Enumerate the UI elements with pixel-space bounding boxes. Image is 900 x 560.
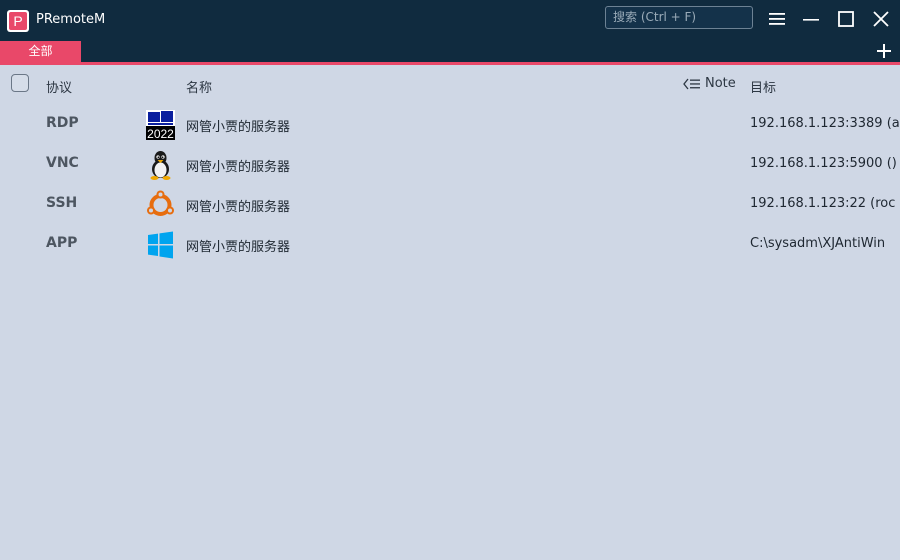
column-header-note[interactable]: Note <box>683 76 736 91</box>
app-title: PRemoteM <box>36 12 106 27</box>
server-row-rdp[interactable]: RDP 2022 网管小贾的服务器 192.168.1.123:3389 (a <box>0 105 900 145</box>
add-server-button[interactable] <box>874 42 894 60</box>
menu-button[interactable] <box>766 8 788 30</box>
close-button[interactable] <box>870 8 892 30</box>
minimize-button[interactable] <box>800 8 822 30</box>
row-protocol: RDP <box>46 115 79 131</box>
column-header-protocol[interactable]: 协议 <box>46 77 72 96</box>
svg-text:2022: 2022 <box>147 127 174 140</box>
server-row-vnc[interactable]: VNC 网管小贾的服务器 192.168.1.123:5900 () <box>0 145 900 185</box>
hamburger-icon <box>769 13 785 25</box>
minimize-icon <box>803 19 819 21</box>
row-name: 网管小贾的服务器 <box>186 240 291 255</box>
tab-bar <box>0 41 900 62</box>
row-target: 192.168.1.123:22 (roc <box>750 196 896 211</box>
windows-2022-icon: 2022 <box>146 110 175 140</box>
column-header-target[interactable]: 目标 <box>750 77 776 96</box>
server-row-ssh[interactable]: SSH 网管小贾的服务器 192.168.1.123:22 (roc <box>0 185 900 225</box>
select-all-checkbox[interactable] <box>11 74 29 92</box>
server-row-app[interactable]: APP 网管小贾的服务器 C:\sysadm\XJAntiWin <box>0 225 900 265</box>
row-target: 192.168.1.123:5900 () <box>750 156 897 171</box>
ubuntu-icon <box>147 190 174 216</box>
tab-all[interactable]: 全部 <box>0 41 81 62</box>
row-name: 网管小贾的服务器 <box>186 120 291 135</box>
maximize-icon <box>838 11 854 27</box>
row-name: 网管小贾的服务器 <box>186 200 291 215</box>
note-label: Note <box>705 76 736 91</box>
linux-tux-icon <box>150 151 171 180</box>
plus-icon <box>877 44 891 58</box>
column-header-name[interactable]: 名称 <box>186 77 212 96</box>
svg-text:P: P <box>13 13 22 29</box>
row-target: 192.168.1.123:3389 (a <box>750 116 900 131</box>
search-input[interactable]: 搜索 (Ctrl + F) <box>605 6 753 29</box>
row-protocol: SSH <box>46 195 78 211</box>
close-icon <box>873 11 889 27</box>
row-protocol: VNC <box>46 155 79 171</box>
collapse-note-icon <box>683 78 700 89</box>
row-target: C:\sysadm\XJAntiWin <box>750 236 886 251</box>
windows-icon <box>148 231 173 259</box>
maximize-button[interactable] <box>835 8 857 30</box>
row-name: 网管小贾的服务器 <box>186 160 291 175</box>
app-logo-icon: P <box>7 10 29 32</box>
title-bar <box>0 0 900 41</box>
row-protocol: APP <box>46 235 78 251</box>
